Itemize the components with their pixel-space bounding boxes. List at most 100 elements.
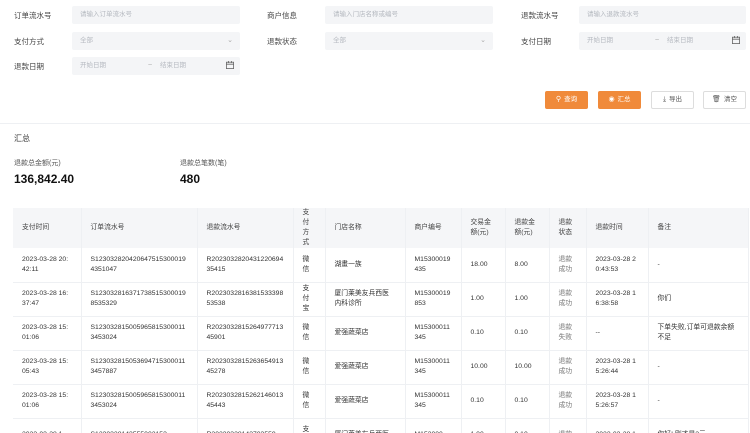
- table-cell: R202303281638153339853538: [197, 282, 294, 317]
- download-icon: ⤓: [662, 96, 667, 103]
- table-cell: 微信: [293, 316, 326, 351]
- table-cell: --: [586, 316, 649, 351]
- chevron-down-icon: ⌄: [480, 37, 486, 44]
- table-cell: 10.00: [505, 350, 550, 385]
- calendar-icon: [732, 36, 740, 44]
- query-button[interactable]: ⚲ 查询: [545, 91, 588, 109]
- clear-button[interactable]: 🗑 清空: [703, 91, 746, 109]
- table-cell: S1230328150536947153000113457887: [81, 350, 198, 385]
- table-body: 2023-03-28 20:42:11 S12303282042064751530…: [13, 248, 749, 433]
- table-cell: 1.00: [505, 282, 550, 317]
- pay-method-value: 全部: [80, 37, 93, 44]
- table-cell: 退款成功: [549, 282, 587, 317]
- column-header: 退款流水号: [197, 208, 294, 248]
- table-cell: -: [648, 384, 749, 419]
- table-cell: 0.10: [505, 316, 550, 351]
- table-cell: 厦门莱美友兵西医内科诊所: [325, 282, 406, 317]
- total-amount-value: 136,842.40: [14, 172, 75, 186]
- table-cell: 2023-03-28 15:01:06: [13, 316, 82, 351]
- table-cell: 2023-03-28 20:42:11: [13, 248, 82, 283]
- table-cell: 支付宝: [293, 282, 326, 317]
- refund-no-label: 退款流水号: [521, 11, 559, 20]
- table-cell: -: [648, 248, 749, 283]
- pay-date-range[interactable]: 开始日期 ~ 结束日期: [579, 32, 746, 50]
- table-cell: 18.00: [461, 248, 506, 283]
- table-cell: S1230328150059658153000113453024: [81, 316, 198, 351]
- column-header: 交易金额(元): [461, 208, 506, 248]
- table-row[interactable]: 2023-03-28 15:01:06 S12303281500596581530…: [13, 384, 749, 419]
- table-cell: 退款成功: [549, 384, 587, 419]
- table-row[interactable]: 2023-03-28 15:05:43 S12303281505369471530…: [13, 350, 749, 385]
- pay-method-select[interactable]: 全部 ⌄: [72, 32, 240, 50]
- refund-table: 支付时间 订单流水号 退款流水号 支付方式 门店名称 商户编号 交易金额(元) 退款金额(元)…: [13, 208, 749, 433]
- table-cell: M15300019853: [405, 282, 462, 317]
- column-header: 退款状态: [549, 208, 587, 248]
- trash-icon: 🗑: [712, 96, 721, 103]
- table-cell: 退款成功: [549, 248, 587, 283]
- table-cell: M15300011345: [405, 316, 462, 351]
- table-cell: M15300019435: [405, 248, 462, 283]
- table-cell: 2023-03-28 1: [13, 418, 82, 433]
- pay-date-sep: ~: [655, 37, 660, 44]
- column-header: 支付方式: [293, 208, 326, 248]
- table-cell: 厦门莱美友兵西医: [325, 418, 406, 433]
- filter-row-2: 支付方式 全部 ⌄ 退款状态 全部 ⌄ 支付日期 开始日期 ~ 结束日期: [0, 32, 750, 52]
- table-cell: 10.00: [461, 350, 506, 385]
- column-header: 退款金额(元): [505, 208, 550, 248]
- table-cell: 2023-03-28 15:05:43: [13, 350, 82, 385]
- table-cell: R202303281526497771345901: [197, 316, 294, 351]
- table-row[interactable]: 2023-03-28 1S1230328143555002153R2023032…: [13, 418, 749, 433]
- pay-date-end: 结束日期: [667, 37, 693, 44]
- table-cell: -: [648, 350, 749, 385]
- summary-button-label: 汇总: [617, 96, 631, 103]
- query-button-label: 查询: [564, 96, 578, 103]
- table-cell: 2023-03-28 1: [586, 418, 649, 433]
- table-cell: 支付: [293, 418, 326, 433]
- column-header: 退款时间: [586, 208, 649, 248]
- refund-status-select[interactable]: 全部 ⌄: [325, 32, 493, 50]
- filter-row-3: 退款日期 开始日期 ~ 结束日期: [0, 57, 750, 77]
- total-count-label: 退款总笔数(笔): [180, 160, 227, 167]
- pay-date-start: 开始日期: [587, 37, 613, 44]
- summary-title: 汇总: [14, 134, 30, 143]
- table-row[interactable]: 2023-03-28 16:37:47 S12303281637173851530…: [13, 282, 749, 317]
- table-cell: 退款: [549, 418, 587, 433]
- refund-date-start: 开始日期: [80, 62, 106, 69]
- order-no-input[interactable]: 请输入订单流水号: [72, 6, 240, 24]
- table-cell: 0.10: [461, 316, 506, 351]
- table-cell: 2023-03-28 20:43:53: [586, 248, 649, 283]
- merchant-input[interactable]: 请输入门店名称或编号: [325, 6, 493, 24]
- column-header: 备注: [648, 208, 749, 248]
- refund-date-label: 退款日期: [14, 62, 44, 71]
- table-cell: 下单失败,订单可退款余额不足: [648, 316, 749, 351]
- table-cell: 0.10: [461, 384, 506, 419]
- pay-date-label: 支付日期: [521, 37, 551, 46]
- export-button[interactable]: ⤓ 导出: [651, 91, 694, 109]
- refund-date-sep: ~: [148, 62, 153, 69]
- table-cell: 2023-03-28 15:01:06: [13, 384, 82, 419]
- table-cell: M15300011345: [405, 350, 462, 385]
- table-cell: 8.00: [505, 248, 550, 283]
- table-cell: 2023-03-28 16:38:58: [586, 282, 649, 317]
- table-cell: 退款成功: [549, 350, 587, 385]
- summary-icon: ◉: [608, 96, 615, 103]
- refund-date-range[interactable]: 开始日期 ~ 结束日期: [72, 57, 240, 75]
- summary-button[interactable]: ◉ 汇总: [598, 91, 641, 109]
- refund-no-input[interactable]: 请输入退款流水号: [579, 6, 746, 24]
- column-header: 门店名称: [325, 208, 406, 248]
- table-cell: 爱强蔬菜店: [325, 350, 406, 385]
- table-cell: 爱强蔬菜店: [325, 384, 406, 419]
- refund-date-end: 结束日期: [160, 62, 186, 69]
- table-row[interactable]: 2023-03-28 20:42:11 S12303282042064751530…: [13, 248, 749, 283]
- clear-button-label: 清空: [723, 96, 737, 103]
- chevron-down-icon: ⌄: [227, 37, 233, 44]
- column-header: 支付时间: [13, 208, 82, 248]
- total-count-value: 480: [180, 172, 201, 186]
- table-row[interactable]: 2023-03-28 15:01:06 S12303281500596581530…: [13, 316, 749, 351]
- table-cell: 1.00: [461, 418, 506, 433]
- section-divider: [0, 123, 750, 124]
- column-header: 商户编号: [405, 208, 462, 248]
- table-cell: S1230328143555002153: [81, 418, 198, 433]
- pay-method-label: 支付方式: [14, 37, 44, 46]
- table-cell: 2023-03-28 15:26:44: [586, 350, 649, 385]
